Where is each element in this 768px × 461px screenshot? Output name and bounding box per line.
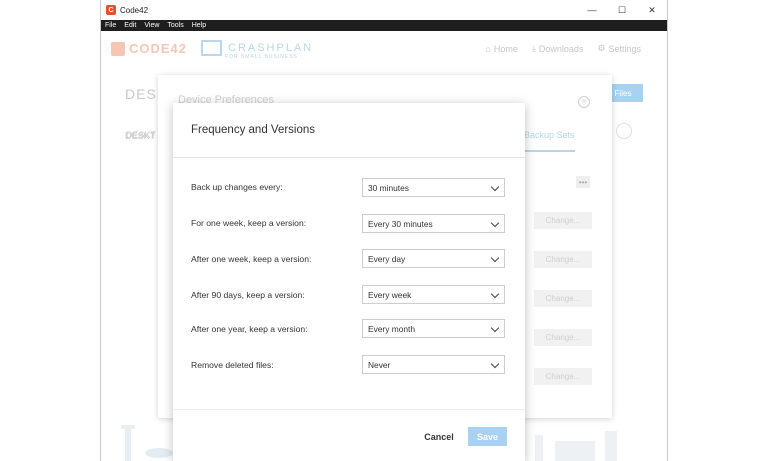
dialog-divider (173, 157, 525, 158)
nav-settings[interactable]: ⚙ Settings (597, 43, 641, 54)
one-week-version-label: For one week, keep a version: (191, 218, 307, 228)
chevron-down-icon (490, 323, 500, 333)
minimize-button[interactable]: — (577, 0, 607, 20)
code42-app-icon: C (106, 5, 116, 15)
remove-deleted-select[interactable]: Never (362, 355, 505, 374)
app-window: C Code42 — ☐ ✕ File Edit View Tools Help… (100, 0, 668, 461)
after-90-days-version-value: Every week (368, 289, 412, 300)
remove-deleted-value: Never (368, 359, 391, 370)
tab-device[interactable]: DESKT (126, 130, 156, 140)
window-title: Code42 (120, 5, 149, 15)
dialog-title: Frequency and Versions (191, 124, 316, 136)
after-90-days-version-select[interactable]: Every week (362, 285, 505, 304)
chevron-down-icon (490, 182, 500, 192)
tab-backup-sets[interactable]: Backup Sets (524, 130, 575, 152)
code42-logo-icon (111, 41, 125, 56)
chevron-down-icon (490, 359, 500, 369)
after-90-days-version-label: After 90 days, keep a version: (191, 290, 305, 300)
crashplan-logo-icon (201, 40, 222, 56)
close-icon[interactable]: ✕ (578, 96, 590, 108)
code42-logo: CODE42 (111, 41, 187, 56)
after-year-version-select[interactable]: Every month (362, 319, 505, 338)
menu-help[interactable]: Help (188, 22, 210, 29)
change-button-3[interactable]: Change... (534, 290, 592, 307)
code42-logo-text: CODE42 (129, 41, 188, 56)
crashplan-logo: CRASHPLAN FOR SMALL BUSINESS (201, 40, 314, 60)
backup-frequency-value: 30 minutes (368, 182, 409, 193)
remove-deleted-label: Remove deleted files: (191, 360, 274, 370)
change-button-2[interactable]: Change... (534, 251, 592, 268)
chevron-down-icon (490, 253, 500, 263)
nav-home-label: Home (493, 43, 518, 54)
frequency-versions-dialog: Frequency and Versions Back up changes e… (173, 103, 525, 461)
app-header: CODE42 CRASHPLAN FOR SMALL BUSINESS ⌂ Ho… (101, 31, 667, 69)
more-options-icon[interactable]: ••• (576, 176, 590, 188)
title-bar: C Code42 — ☐ ✕ (101, 0, 667, 20)
backup-frequency-select[interactable]: 30 minutes (362, 178, 505, 197)
change-button-4[interactable]: Change... (534, 329, 592, 346)
settings-gear-icon[interactable] (616, 123, 632, 139)
dialog-footer-divider (173, 409, 525, 410)
menu-bar: File Edit View Tools Help (101, 20, 667, 31)
nav-downloads[interactable]: ⤓ Downloads (532, 43, 584, 54)
close-button[interactable]: ✕ (637, 0, 667, 20)
menu-file[interactable]: File (101, 22, 120, 29)
menu-tools[interactable]: Tools (163, 22, 187, 29)
change-button-1[interactable]: Change... (534, 212, 592, 229)
maximize-button[interactable]: ☐ (607, 0, 637, 20)
after-week-version-label: After one week, keep a version: (191, 254, 312, 264)
after-year-version-label: After one year, keep a version: (191, 324, 308, 334)
download-icon: ⤓ (531, 43, 536, 53)
nav-downloads-label: Downloads (538, 43, 584, 54)
chevron-down-icon (490, 289, 500, 299)
home-icon: ⌂ (485, 43, 491, 54)
crashplan-logo-text: CRASHPLAN (228, 42, 314, 54)
save-button[interactable]: Save (468, 427, 507, 446)
one-week-version-select[interactable]: Every 30 minutes (362, 214, 505, 233)
cancel-button[interactable]: Cancel (418, 428, 460, 446)
window-controls: — ☐ ✕ (577, 0, 667, 20)
nav-settings-label: Settings (608, 43, 641, 54)
menu-edit[interactable]: Edit (120, 22, 140, 29)
backup-frequency-label: Back up changes every: (191, 182, 283, 192)
change-button-5[interactable]: Change... (534, 368, 592, 385)
gear-icon: ⚙ (597, 43, 606, 53)
after-week-version-select[interactable]: Every day (362, 249, 505, 268)
menu-view[interactable]: View (140, 22, 163, 29)
after-year-version-value: Every month (368, 323, 416, 334)
one-week-version-value: Every 30 minutes (368, 218, 433, 229)
crashplan-logo-subtitle: FOR SMALL BUSINESS (225, 54, 298, 60)
nav-home[interactable]: ⌂ Home (485, 43, 517, 54)
chevron-down-icon (490, 218, 500, 228)
header-nav: ⌂ Home ⤓ Downloads ⚙ Settings (485, 43, 641, 54)
after-week-version-value: Every day (368, 253, 406, 264)
